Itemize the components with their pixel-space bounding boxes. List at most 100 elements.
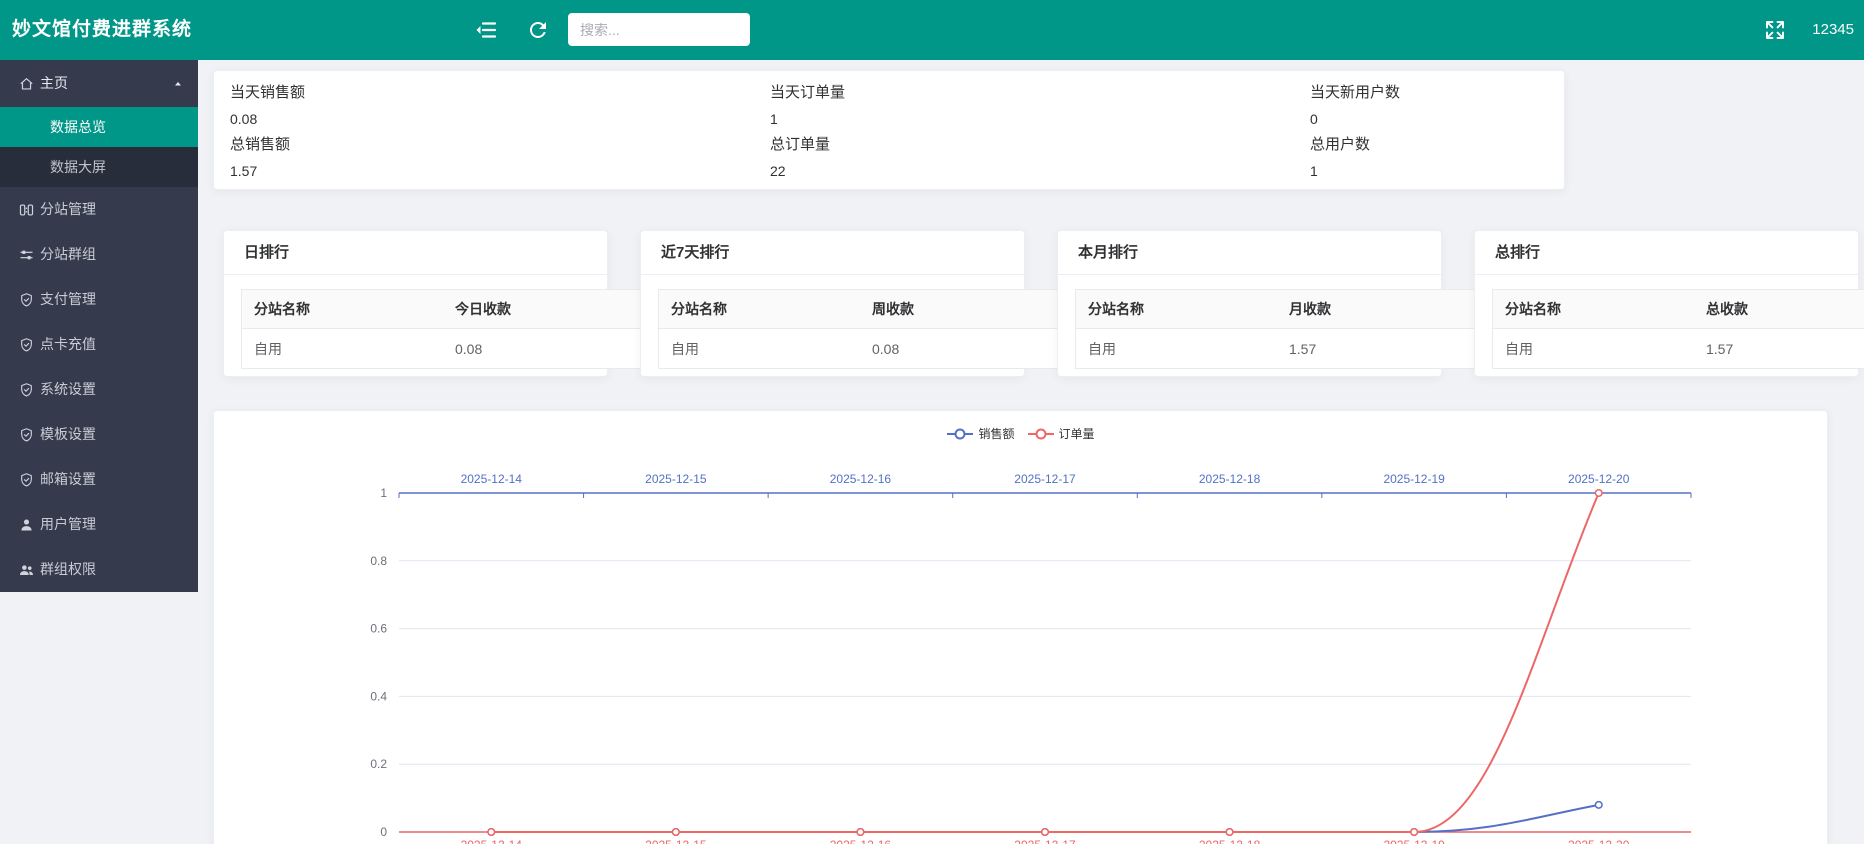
sidebar-item-group-permissions[interactable]: 群组权限 <box>0 547 198 592</box>
cell-income: 0.08 <box>860 329 1062 369</box>
x-axis-bottom-label: 2025-12-20 <box>1568 838 1630 844</box>
x-axis-bottom-label: 2025-12-16 <box>830 838 892 844</box>
stat-value: 1 <box>1310 158 1550 184</box>
chevron-up-icon <box>172 78 184 90</box>
shield-check-icon <box>18 381 35 398</box>
shield-check-icon <box>18 426 35 443</box>
y-axis-label: 0.4 <box>370 689 387 703</box>
sidebar-item-label: 邮箱设置 <box>40 471 96 487</box>
data-point-1 <box>1226 829 1233 836</box>
data-point-1 <box>488 829 495 836</box>
stat-label: 总用户数 <box>1310 132 1550 158</box>
sliders-icon <box>18 246 35 263</box>
sidebar-item-label: 数据总览 <box>50 119 106 135</box>
y-axis-label: 0 <box>380 825 387 839</box>
table-row[interactable]: 自用 1.57 <box>1076 329 1479 369</box>
sidebar-item-email-settings[interactable]: 邮箱设置 <box>0 457 198 502</box>
shield-check-icon <box>18 336 35 353</box>
sidebar-item-user-manage[interactable]: 用户管理 <box>0 502 198 547</box>
home-icon <box>18 75 35 92</box>
columns-icon <box>18 201 35 218</box>
stat-col-sales: 当天销售额 0.08 总销售额 1.57 <box>230 80 750 184</box>
table-row[interactable]: 自用 1.57 <box>1493 329 1864 369</box>
legend-item-orders[interactable]: 订单量 <box>1027 425 1095 442</box>
col-header-site-name: 分站名称 <box>242 290 444 329</box>
stat-value: 1.57 <box>230 158 750 184</box>
y-axis-label: 0.8 <box>370 554 387 568</box>
data-point-1 <box>857 829 864 836</box>
x-axis-bottom-label: 2025-12-14 <box>461 838 523 844</box>
x-axis-top-label: 2025-12-16 <box>830 472 892 486</box>
stats-summary-card: 当天销售额 0.08 总销售额 1.57 当天订单量 1 总订单量 22 当天新… <box>213 70 1565 190</box>
ranking-table: 分站名称 月收款 自用 1.57 <box>1075 289 1479 369</box>
sidebar-item-card-recharge[interactable]: 点卡充值 <box>0 322 198 367</box>
legend-item-sales[interactable]: 销售额 <box>946 425 1014 442</box>
sidebar-menu: 主页 数据总览 数据大屏 分站管理 <box>0 60 198 592</box>
data-point-1 <box>1042 829 1049 836</box>
chart-legend: 销售额 订单量 <box>214 425 1827 442</box>
data-point-1 <box>673 829 680 836</box>
sidebar-item-payment-manage[interactable]: 支付管理 <box>0 277 198 322</box>
ranking-card-daily: 日排行 分站名称 今日收款 自用 0.08 <box>223 230 608 377</box>
search-input[interactable] <box>568 13 750 46</box>
shield-check-icon <box>18 291 35 308</box>
table-row[interactable]: 自用 0.08 <box>659 329 1062 369</box>
fullscreen-icon[interactable] <box>1763 18 1787 42</box>
stat-label: 总订单量 <box>770 132 1290 158</box>
x-axis-top-label: 2025-12-20 <box>1568 472 1630 486</box>
x-axis-top-label: 2025-12-15 <box>645 472 707 486</box>
sidebar-item-substation-manage[interactable]: 分站管理 <box>0 187 198 232</box>
col-header-income: 今日收款 <box>443 290 645 329</box>
col-header-site-name: 分站名称 <box>659 290 861 329</box>
sidebar-item-label: 点卡充值 <box>40 336 96 352</box>
sidebar-item-template-settings[interactable]: 模板设置 <box>0 412 198 457</box>
sidebar-item-data-overview[interactable]: 数据总览 <box>0 107 198 147</box>
collapse-menu-icon[interactable] <box>474 18 498 42</box>
x-axis-top-label: 2025-12-19 <box>1383 472 1445 486</box>
cell-income: 1.57 <box>1277 329 1479 369</box>
line-circle-icon <box>946 427 974 441</box>
legend-label: 销售额 <box>978 425 1014 442</box>
users-icon <box>18 561 35 578</box>
sidebar-item-data-screen[interactable]: 数据大屏 <box>0 147 198 187</box>
sidebar-item-system-settings[interactable]: 系统设置 <box>0 367 198 412</box>
sidebar-item-label: 分站群组 <box>40 246 96 262</box>
x-axis-bottom-label: 2025-12-19 <box>1383 838 1445 844</box>
sidebar-item-label: 系统设置 <box>40 381 96 397</box>
cell-site-name: 自用 <box>242 329 444 369</box>
stat-label: 当天订单量 <box>770 80 1290 106</box>
username-text[interactable]: 12345 <box>1812 0 1854 60</box>
x-axis-bottom-label: 2025-12-18 <box>1199 838 1261 844</box>
col-header-income: 月收款 <box>1277 290 1479 329</box>
sidebar-item-label: 用户管理 <box>40 516 96 532</box>
ranking-card-title: 本月排行 <box>1058 231 1441 275</box>
stat-value: 1 <box>770 106 1290 132</box>
line-chart-plot[interactable]: 00.20.40.60.812025-12-142025-12-152025-1… <box>214 411 1829 844</box>
top-header-bar: 妙文馆付费进群系统 12345 <box>0 0 1864 60</box>
shield-check-icon <box>18 471 35 488</box>
col-header-income: 周收款 <box>860 290 1062 329</box>
sidebar-item-home[interactable]: 主页 <box>0 60 198 107</box>
ranking-card-title: 日排行 <box>224 231 607 275</box>
col-header-site-name: 分站名称 <box>1493 290 1695 329</box>
dashboard-page: 妙文馆付费进群系统 12345 <box>0 0 1864 844</box>
ranking-card-week: 近7天排行 分站名称 周收款 自用 0.08 <box>640 230 1025 377</box>
stat-col-orders: 当天订单量 1 总订单量 22 <box>770 80 1290 184</box>
refresh-icon[interactable] <box>526 18 550 42</box>
x-axis-bottom-label: 2025-12-17 <box>1014 838 1076 844</box>
line-circle-icon <box>1027 427 1055 441</box>
stat-value: 0 <box>1310 106 1550 132</box>
table-row[interactable]: 自用 0.08 <box>242 329 645 369</box>
sidebar-item-substation-groups[interactable]: 分站群组 <box>0 232 198 277</box>
ranking-table: 分站名称 总收款 自用 1.57 <box>1492 289 1864 369</box>
ranking-card-total: 总排行 分站名称 总收款 自用 1.57 <box>1474 230 1859 377</box>
sidebar-item-label: 支付管理 <box>40 291 96 307</box>
cell-income: 1.57 <box>1694 329 1864 369</box>
stat-col-users: 当天新用户数 0 总用户数 1 <box>1310 80 1550 184</box>
sidebar-item-label: 分站管理 <box>40 201 96 217</box>
cell-site-name: 自用 <box>1076 329 1278 369</box>
x-axis-top-label: 2025-12-14 <box>461 472 523 486</box>
trend-chart-card: 销售额 订单量 00.20.40.60.812025-12-142025-12-… <box>213 410 1828 844</box>
cell-site-name: 自用 <box>1493 329 1695 369</box>
col-header-site-name: 分站名称 <box>1076 290 1278 329</box>
